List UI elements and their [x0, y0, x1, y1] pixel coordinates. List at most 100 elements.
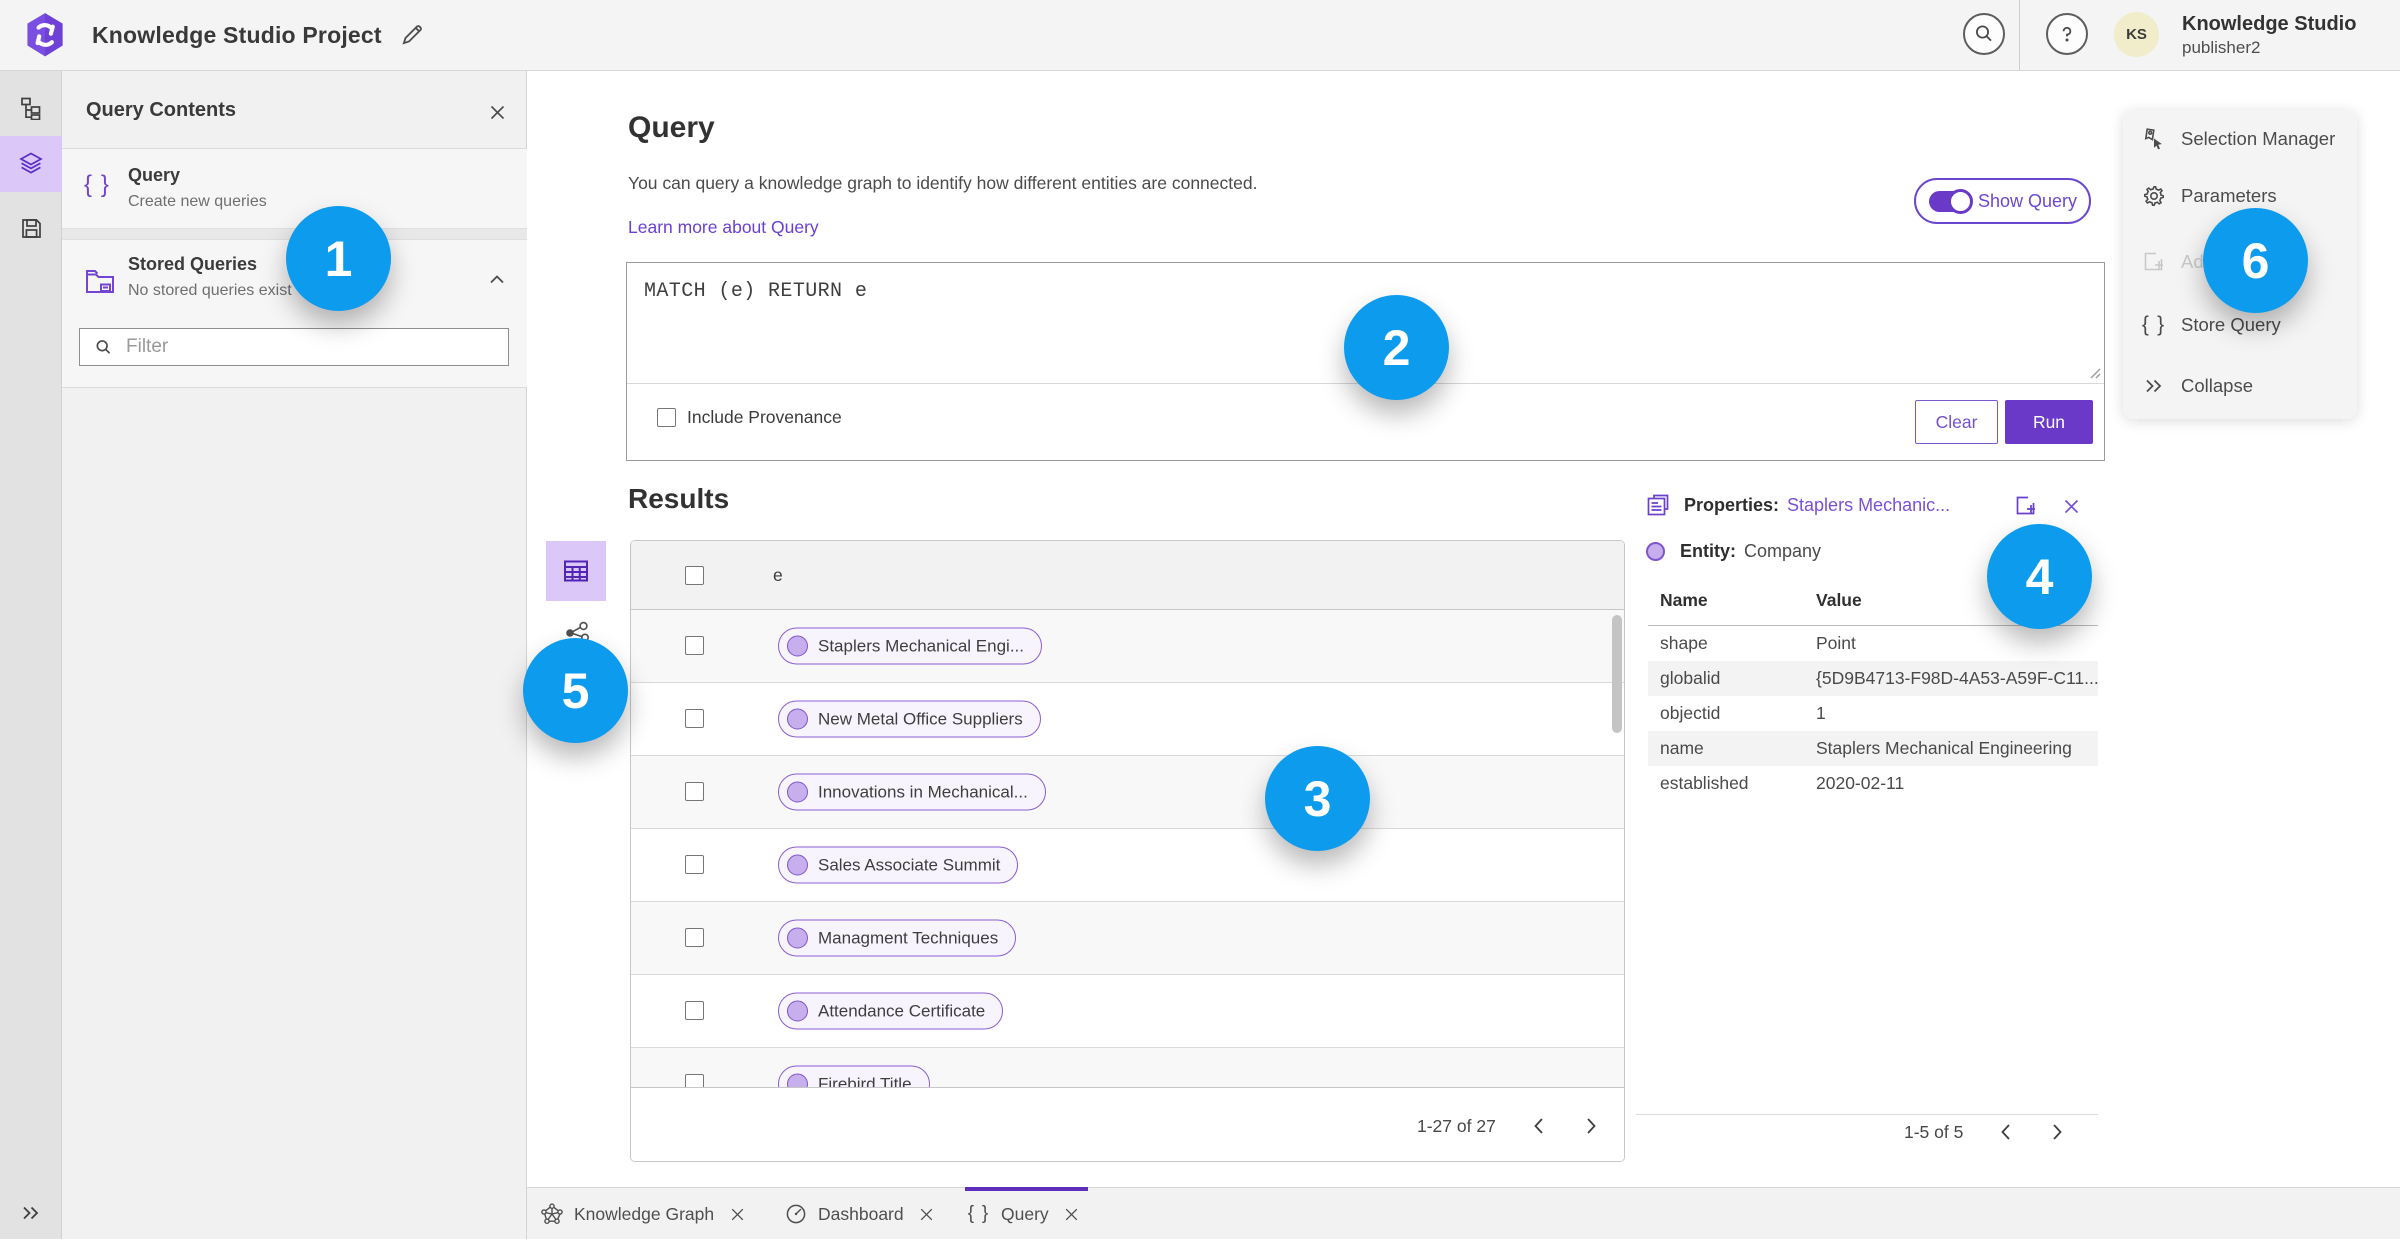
entity-chip-label: Managment Techniques: [818, 928, 999, 947]
include-provenance-row: Include Provenance: [657, 407, 842, 428]
table-icon: [564, 560, 588, 582]
avatar[interactable]: KS: [2114, 12, 2159, 57]
close-icon: [2064, 499, 2078, 513]
properties-col-name: Name: [1660, 590, 1708, 610]
results-table-footer: 1-27 of 27: [631, 1087, 1624, 1161]
callout-1: 1: [286, 206, 391, 311]
hierarchy-icon: [21, 97, 41, 120]
pagination-next-button[interactable]: [2044, 1119, 2070, 1145]
divider: [1636, 1114, 2098, 1115]
pagination-next-button[interactable]: [1578, 1113, 1604, 1139]
clear-button[interactable]: Clear: [1915, 400, 1998, 444]
chevron-left-icon: [1534, 1118, 1543, 1134]
tool-label: Selection Manager: [2181, 128, 2336, 149]
properties-icon: [1647, 494, 1669, 516]
results-pagination: 1-27 of 27: [1417, 1113, 1604, 1139]
double-chevron-right-icon: [2146, 379, 2162, 393]
add-to-selection-icon[interactable]: [2014, 494, 2038, 518]
sidebar-item-sublabel: Create new queries: [128, 193, 267, 210]
user-role: publisher2: [2182, 38, 2261, 57]
rail-expand-button[interactable]: [0, 1193, 62, 1233]
row-checkbox[interactable]: [685, 1001, 704, 1020]
query-description: You can query a knowledge graph to ident…: [628, 173, 1258, 193]
row-checkbox[interactable]: [685, 636, 704, 655]
filter-input[interactable]: [126, 336, 486, 358]
run-button[interactable]: Run: [2005, 400, 2093, 444]
entity-chip-label: Firebird Title: [818, 1074, 912, 1087]
rail-save-button[interactable]: [0, 200, 62, 256]
properties-entity-link[interactable]: Staplers Mechanic...: [1787, 495, 1950, 516]
column-header: e: [773, 565, 783, 585]
scrollbar-thumb[interactable]: [1612, 615, 1622, 733]
select-all-checkbox[interactable]: [685, 566, 704, 585]
results-rows: Staplers Mechanical Engi... New Metal Of…: [631, 610, 1624, 1087]
callout-6: 6: [2203, 208, 2308, 313]
panel-close-button[interactable]: [482, 97, 512, 127]
table-row: Attendance Certificate: [631, 975, 1624, 1048]
resize-handle[interactable]: [2088, 366, 2101, 379]
close-icon: [1065, 1208, 1078, 1220]
rail-hierarchy-button[interactable]: [0, 80, 62, 136]
query-heading: Query: [628, 111, 715, 144]
row-checkbox[interactable]: [685, 855, 704, 874]
tab-query[interactable]: { } Query: [968, 1188, 1081, 1240]
entity-chip[interactable]: Staplers Mechanical Engi...: [778, 627, 1042, 665]
tab-knowledge-graph[interactable]: Knowledge Graph: [541, 1188, 746, 1240]
row-checkbox[interactable]: [685, 1074, 704, 1087]
callout-2: 2: [1344, 295, 1449, 400]
entity-chip[interactable]: New Metal Office Suppliers: [778, 700, 1041, 738]
entity-chip[interactable]: Innovations in Mechanical...: [778, 773, 1046, 811]
tool-collapse[interactable]: Collapse: [2123, 364, 2357, 408]
pagination-prev-button[interactable]: [1993, 1119, 2019, 1145]
close-icon: [490, 105, 504, 119]
sidebar-item-query[interactable]: { } Query Create new queries: [62, 149, 527, 228]
property-value: Point: [1816, 633, 1856, 653]
property-name: objectid: [1660, 703, 1721, 723]
sidebar-item-label: Stored Queries: [128, 254, 258, 274]
entity-chip[interactable]: Managment Techniques: [778, 919, 1017, 957]
close-icon: [920, 1208, 933, 1220]
page-title: Knowledge Studio Project: [92, 21, 382, 48]
double-chevron-right-icon: [23, 1206, 39, 1220]
panel-title: Query Contents: [86, 99, 237, 121]
search-button[interactable]: [1963, 13, 2005, 55]
row-checkbox[interactable]: [685, 928, 704, 947]
toggle-switch[interactable]: [1929, 188, 1973, 214]
entity-chip[interactable]: Attendance Certificate: [778, 992, 1004, 1030]
pagination-label: 1-27 of 27: [1417, 1115, 1496, 1136]
chevron-up-icon[interactable]: [487, 270, 507, 290]
braces-icon: { }: [967, 1203, 991, 1224]
learn-more-link[interactable]: Learn more about Query: [628, 217, 819, 238]
entity-chip[interactable]: Firebird Title: [778, 1065, 930, 1087]
tab-close-button[interactable]: [1063, 1205, 1081, 1223]
query-text[interactable]: MATCH (e) RETURN e: [644, 280, 867, 303]
property-row: name Staplers Mechanical Engineering: [1648, 731, 2098, 766]
edit-title-pencil-icon[interactable]: [399, 22, 425, 48]
pagination-prev-button[interactable]: [1526, 1113, 1552, 1139]
tool-selection-manager[interactable]: Selection Manager: [2123, 117, 2357, 161]
entity-label: Entity:: [1680, 540, 1736, 561]
entity-dot-icon: [787, 1000, 808, 1022]
bottom-tab-bar: Knowledge Graph Dashboard { } Query: [527, 1187, 2400, 1239]
tab-close-button[interactable]: [728, 1205, 746, 1223]
rail-layers-button[interactable]: [0, 136, 62, 192]
row-checkbox[interactable]: [685, 709, 704, 728]
sidebar-item-label: Query: [128, 165, 181, 185]
property-name: name: [1660, 738, 1704, 758]
properties-close-button[interactable]: [2060, 495, 2082, 517]
include-provenance-label: Include Provenance: [687, 407, 842, 427]
tab-close-button[interactable]: [918, 1205, 936, 1223]
dashboard-icon: [786, 1204, 806, 1224]
callout-3: 3: [1265, 746, 1370, 851]
include-provenance-checkbox[interactable]: [657, 408, 676, 427]
property-value: Staplers Mechanical Engineering: [1816, 738, 2072, 758]
entity-chip[interactable]: Sales Associate Summit: [778, 846, 1019, 884]
show-query-toggle[interactable]: Show Query: [1914, 178, 2091, 224]
row-checkbox[interactable]: [685, 782, 704, 801]
table-view-button[interactable]: [546, 541, 606, 601]
search-icon: [96, 339, 111, 354]
app-header: Knowledge Studio Project KS Knowledge St…: [0, 0, 2400, 71]
table-row: Managment Techniques: [631, 902, 1624, 975]
tab-dashboard[interactable]: Dashboard: [785, 1188, 936, 1240]
help-button[interactable]: [2046, 13, 2088, 55]
